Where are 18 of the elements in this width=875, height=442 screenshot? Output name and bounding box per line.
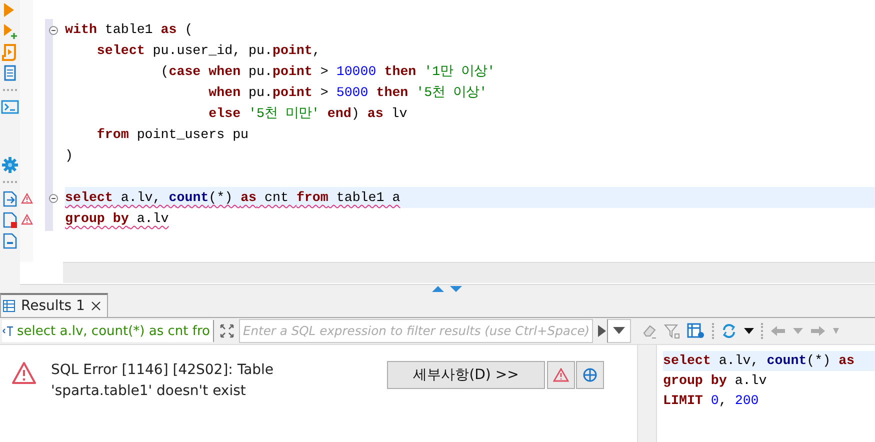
code-line: select a.lv, count(*) as cnt from table1 a (65, 190, 400, 205)
query-text: select a.lv, count(*) as cnt fro (17, 324, 210, 338)
code-line: when pu.point > 5000 then '5천 이상' (208, 85, 488, 100)
code-line: select pu.user_id, pu.point, (96, 43, 320, 58)
error-message: SQL Error [1146] [42S02]: Table 'sparta.table1' doesn't exist (51, 361, 275, 401)
filter-input-field[interactable]: Enter a SQL expression to filter results (use Ctrl+Space) (238, 319, 593, 343)
code-line: from point_users pu (96, 127, 249, 142)
code-line: else '5천 미만' end) as lv (208, 106, 408, 121)
query-text-field[interactable]: select a.lv, count(*) as cnt fro (2, 320, 214, 342)
code-line: select a.lv, count(*) as (663, 353, 855, 368)
details-button[interactable]: 세부사항(D) >> (387, 361, 545, 389)
results-tab[interactable]: Results 1 (0, 293, 108, 317)
code-line: group by a.lv (663, 373, 767, 388)
code-line: with table1 as ( (65, 22, 193, 37)
code-line: (case when pu.point > 10000 then '1만 이상' (160, 64, 496, 79)
code-line: group by a.lv (65, 211, 169, 226)
code-line: LIMIT 0, 200 (663, 393, 759, 408)
code-line: ) (65, 148, 73, 163)
